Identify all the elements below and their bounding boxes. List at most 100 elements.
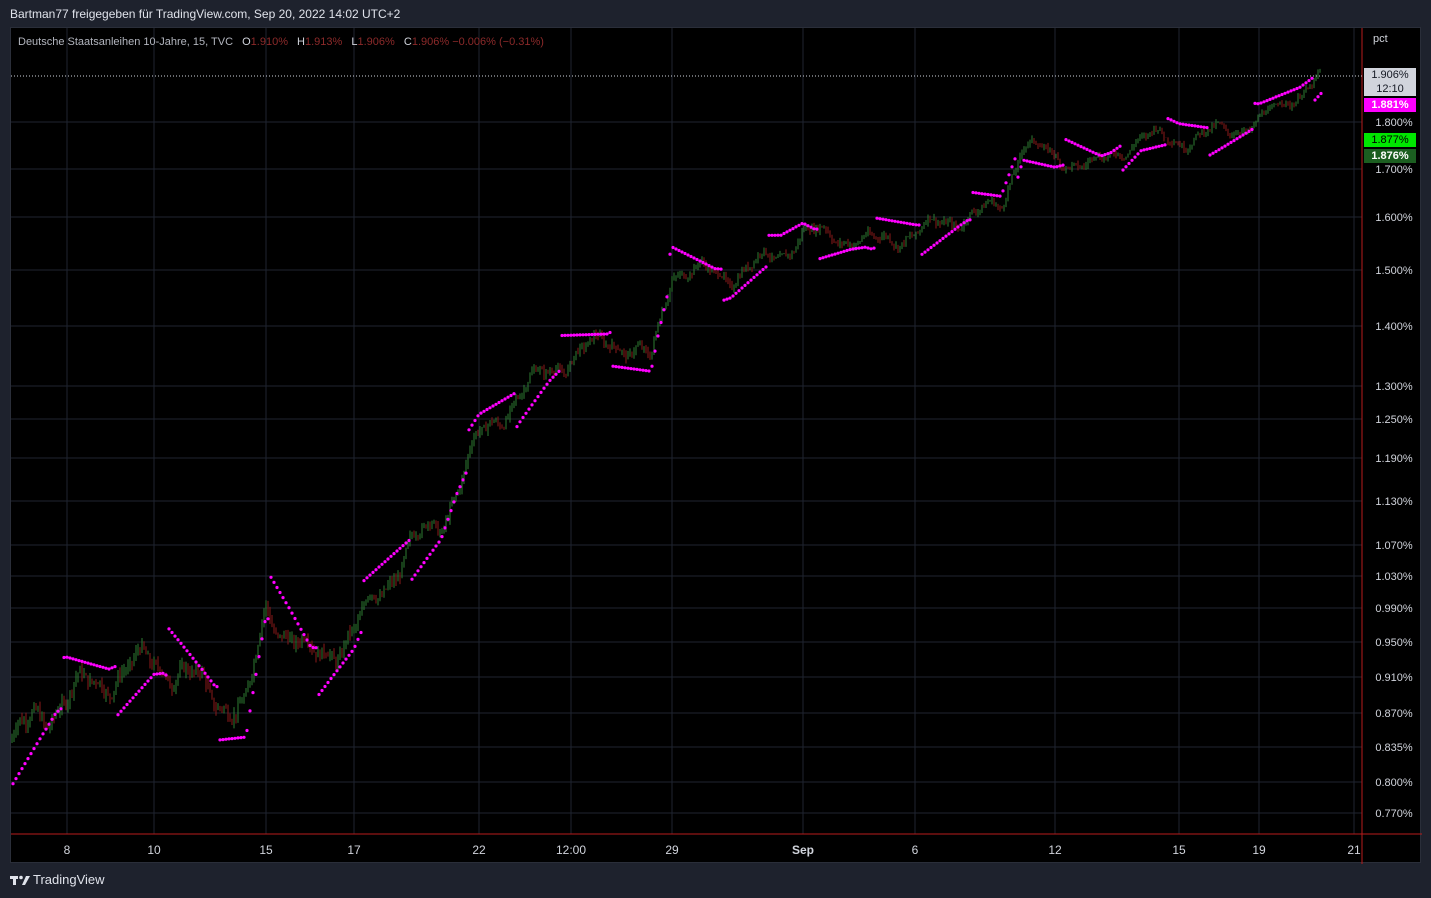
psar-dot xyxy=(1184,123,1188,127)
psar-dot xyxy=(1016,175,1020,179)
time-tick-label: 8 xyxy=(64,843,71,857)
psar-dot xyxy=(410,577,414,581)
psar-dot xyxy=(140,686,144,690)
psar-dot xyxy=(413,573,417,577)
psar-dot xyxy=(701,260,705,265)
psar-dot xyxy=(731,294,735,298)
psar-dot xyxy=(422,561,426,565)
psar-dot xyxy=(266,617,270,621)
psar-dot xyxy=(80,659,84,664)
psar-dot xyxy=(1058,164,1062,168)
psar-dot xyxy=(1265,99,1269,103)
psar-dot xyxy=(539,390,543,394)
psar-dot xyxy=(920,252,924,256)
psar-dot xyxy=(545,382,549,386)
psar-dot xyxy=(836,251,840,255)
psar-dot xyxy=(416,569,420,573)
psar-dot xyxy=(815,227,819,231)
psar-dot xyxy=(347,653,351,657)
psar-dot xyxy=(1037,162,1041,166)
psar-dot xyxy=(110,666,114,670)
psar-dot xyxy=(698,259,702,263)
price-tick-label: 1.700% xyxy=(1375,164,1413,176)
psar-dot xyxy=(1259,101,1263,105)
psar-dot xyxy=(593,332,597,336)
psar-dot xyxy=(14,777,18,781)
psar-dot xyxy=(512,392,516,396)
time-tick-label: Sep xyxy=(792,843,814,857)
psar-dot xyxy=(260,637,264,641)
psar-dot xyxy=(443,526,447,530)
psar-dot xyxy=(680,250,684,254)
psar-dot xyxy=(311,645,315,650)
chart-svg[interactable]: 1.800% 1.700% 1.600% 1.500% 1.400% 1.300% 1.25… xyxy=(11,28,1422,864)
psar-dot xyxy=(1274,95,1278,99)
psar-dot xyxy=(53,712,57,717)
psar-dot xyxy=(938,239,942,243)
psar-dot xyxy=(695,257,699,262)
psar-dot xyxy=(44,727,48,731)
psar-dot xyxy=(1070,140,1074,144)
psar-dot xyxy=(581,333,585,337)
psar-dot xyxy=(626,366,630,370)
psar-dot xyxy=(92,663,96,667)
psar-dot xyxy=(776,233,780,237)
channel-lower-dark-tag: 1.876% xyxy=(1364,149,1416,163)
psar-dot xyxy=(113,665,117,669)
psar-dot xyxy=(869,247,873,251)
psar-dot xyxy=(323,684,327,689)
last-price-tag: 1.906% xyxy=(1364,68,1416,82)
psar-dot xyxy=(1091,150,1095,154)
psar-dot xyxy=(89,662,93,666)
psar-dot xyxy=(506,395,510,399)
psar-dot xyxy=(1133,155,1137,159)
psar-dot xyxy=(821,256,825,260)
psar-dot xyxy=(1226,142,1230,146)
psar-dot xyxy=(830,253,834,257)
psar-dot xyxy=(392,552,396,556)
psar-dot xyxy=(1175,121,1179,125)
psar-dot xyxy=(314,646,318,650)
psar-dot xyxy=(848,248,852,252)
psar-dot xyxy=(1022,158,1026,162)
psar-dot xyxy=(101,665,105,669)
countdown-tag: 12:10 xyxy=(1364,82,1416,96)
price-tick-label: 1.130% xyxy=(1375,496,1413,508)
psar-dot xyxy=(1262,100,1266,104)
psar-dot xyxy=(56,709,60,713)
psar-dot xyxy=(1247,129,1251,133)
grid xyxy=(11,28,1362,834)
chart-pane[interactable]: 1.800% 1.700% 1.600% 1.500% 1.400% 1.300% 1.25… xyxy=(10,27,1422,864)
psar-dot xyxy=(206,675,210,679)
psar-dot xyxy=(983,192,987,196)
psar-dot xyxy=(341,661,345,665)
psar-dot xyxy=(317,692,321,697)
psar-dot xyxy=(281,596,285,600)
time-tick-label: 12 xyxy=(1048,843,1062,857)
legend-high: 1.913% xyxy=(305,36,343,48)
psar-dot xyxy=(932,243,936,247)
psar-dot xyxy=(365,576,369,580)
psar-dot xyxy=(224,737,228,741)
psar-dot xyxy=(473,418,477,423)
psar-dot xyxy=(674,247,678,251)
legend-open-label: O xyxy=(242,36,251,48)
psar-dot xyxy=(989,193,993,197)
psar-dot xyxy=(362,579,366,583)
psar-dot xyxy=(857,246,861,250)
psar-dot xyxy=(161,671,165,675)
psar-dot xyxy=(668,252,672,256)
psar-dot xyxy=(1109,150,1113,155)
share-header: Bartman77 freigegeben für TradingView.co… xyxy=(10,7,401,21)
psar-dot xyxy=(278,590,282,595)
psar-dot xyxy=(1106,152,1110,156)
psar-dot xyxy=(116,713,120,717)
psar-dot xyxy=(83,660,87,664)
psar-dot xyxy=(908,222,912,226)
psar-dot xyxy=(1124,165,1128,169)
psar-dot xyxy=(1286,90,1290,94)
psar-dot xyxy=(737,289,741,293)
psar-dot xyxy=(764,265,768,269)
psar-dot xyxy=(530,403,534,407)
psar-dot xyxy=(389,554,393,558)
